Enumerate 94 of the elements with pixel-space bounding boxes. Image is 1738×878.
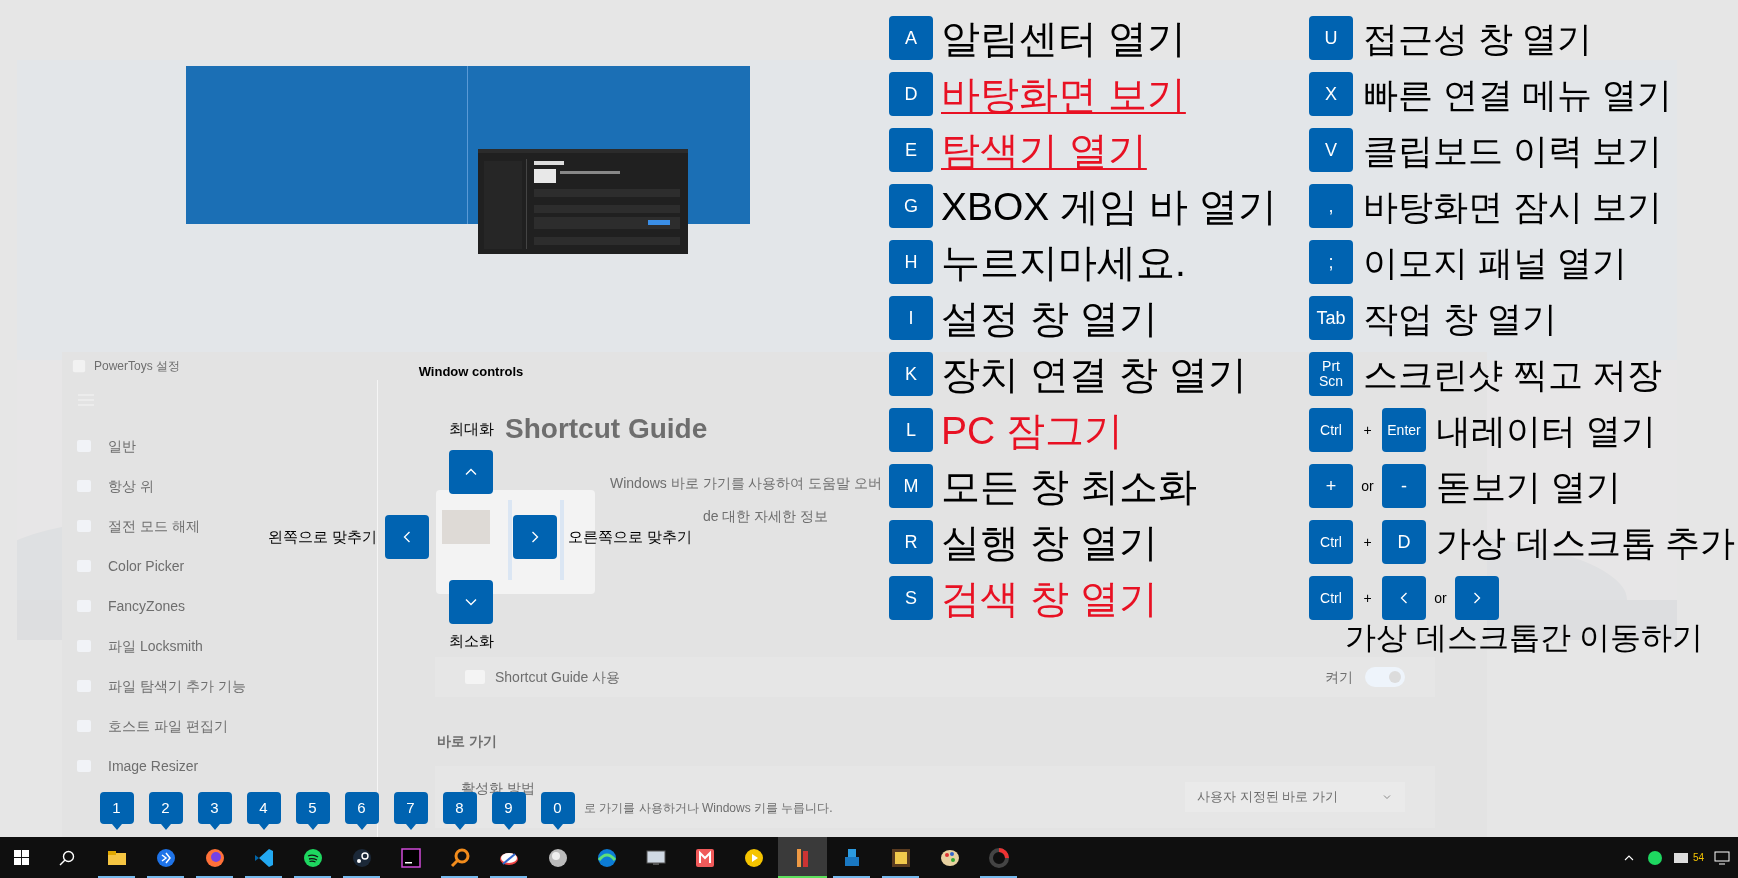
snap-left-label: 왼쪽으로 맞추기 — [266, 526, 378, 547]
shortcut-label: 바탕화면 보기 — [941, 74, 1186, 114]
key-joiner: + — [1362, 588, 1373, 608]
toggle-label: 켜기 — [1325, 667, 1353, 687]
key-cap: Prt Scn — [1309, 352, 1353, 396]
window-title: PowerToys 설정 — [94, 358, 181, 375]
ide-icon — [398, 845, 423, 870]
nav-item[interactable]: 파일 탐색기 추가 기능 — [76, 666, 246, 706]
shortcut-label: 내레이터 열기 — [1436, 412, 1656, 448]
number-badge: 0 — [540, 792, 575, 830]
shortcut-label: XBOX 게임 바 열기 — [941, 186, 1277, 226]
key-cap: G — [889, 184, 933, 228]
shortcut-label: 가상 데스크톱 추가 — [1436, 524, 1736, 560]
key-joiner: + — [1362, 532, 1373, 552]
windows-logo-icon — [13, 850, 29, 865]
key-cap: M — [889, 464, 933, 508]
shortcut-label: 이모지 패널 열기 — [1363, 244, 1628, 280]
number-badge: 6 — [344, 792, 379, 830]
key-cap: H — [889, 240, 933, 284]
key-joiner: or — [1360, 476, 1375, 496]
snap-right-label: 오른쪽으로 맞추기 — [567, 526, 694, 547]
shortcut-label: 스크린샷 찍고 저장 — [1363, 356, 1663, 392]
key-cap: - — [1382, 464, 1426, 508]
shortcut-label: 탐색기 열기 — [941, 130, 1147, 170]
page-title: Shortcut Guide — [505, 415, 708, 443]
description: Windows 바로 가기를 사용하여 도움말 오버 — [610, 474, 883, 493]
key-cap: X — [1309, 72, 1353, 116]
key-cap: I — [889, 296, 933, 340]
shortcut-label: 접근성 창 열기 — [1363, 20, 1593, 56]
key-cap: + — [1309, 464, 1353, 508]
key-joiner: or — [1433, 588, 1448, 608]
key-cap: K — [889, 352, 933, 396]
key-cap: S — [889, 576, 933, 620]
nav-item[interactable]: 일반 — [76, 426, 136, 466]
nav-item[interactable]: 호스트 파일 편집기 — [76, 706, 228, 746]
number-badge: 9 — [491, 792, 526, 830]
key-cap: Ctrl — [1309, 520, 1353, 564]
shortcut-label: 클립보드 이력 보기 — [1363, 132, 1663, 168]
search-icon — [59, 849, 75, 866]
key-cap: V — [1309, 128, 1353, 172]
key-cap: D — [889, 72, 933, 116]
number-badge: 3 — [197, 792, 232, 830]
nav-item[interactable]: Image Resizer — [76, 746, 199, 786]
taskbar-app[interactable] — [778, 837, 827, 878]
key-cap: L — [889, 408, 933, 452]
setting-description: 로 가기를 사용하거나 Windows 키를 누릅니다. — [584, 799, 833, 817]
shortcut-label: 알림센터 열기 — [941, 18, 1186, 58]
monitor-icon — [1714, 849, 1730, 866]
maximize-label: 최대화 — [448, 419, 494, 438]
shortcut-label: 누르지마세요. — [941, 242, 1186, 282]
key-cap: E — [889, 128, 933, 172]
ring-icon — [986, 845, 1011, 870]
setting-label: Shortcut Guide 사용 — [495, 667, 622, 687]
key-cap: Tab — [1309, 296, 1353, 340]
wave-circle-icon — [1646, 849, 1663, 866]
key-cap: A — [889, 16, 933, 60]
shortcut-label: 설정 창 열기 — [941, 298, 1158, 338]
key-cap: R — [889, 520, 933, 564]
dropdown[interactable]: 사용자 지정된 바로 가기 — [1185, 782, 1405, 812]
number-badge: 5 — [295, 792, 330, 830]
shortcut-label: 검색 창 열기 — [941, 578, 1158, 618]
number-badge: 4 — [246, 792, 281, 830]
shortcut-label: 바탕화면 잠시 보기 — [1363, 188, 1663, 224]
key-joiner: + — [1362, 420, 1373, 440]
nav-item[interactable]: Color Picker — [76, 546, 185, 586]
key-cap: Enter — [1382, 408, 1426, 452]
number-badge: 2 — [148, 792, 183, 830]
shortcut-label: 빠른 연결 메뉴 열기 — [1363, 76, 1673, 112]
number-badge: 1 — [99, 792, 134, 830]
minimize-label: 최소화 — [448, 631, 494, 650]
shortcut-label: 장치 연결 창 열기 — [941, 354, 1247, 394]
tray-text: 54 — [1692, 851, 1704, 865]
key-cap: Ctrl — [1309, 576, 1353, 620]
key-cap: ; — [1309, 240, 1353, 284]
shortcut-label: 돋보기 열기 — [1436, 468, 1621, 504]
key-cap: , — [1309, 184, 1353, 228]
panel-title: Window controls — [418, 363, 524, 381]
number-badge: 7 — [393, 792, 428, 830]
section-title: 바로 가기 — [437, 732, 497, 751]
shortcut-label: 가상 데스크톱간 이동하기 — [1345, 622, 1705, 653]
number-badge: 8 — [442, 792, 477, 830]
key-cap: U — [1309, 16, 1353, 60]
nav-item[interactable]: FancyZones — [76, 586, 186, 626]
nav-item[interactable]: 항상 위 — [76, 466, 154, 506]
info-link[interactable]: de 대한 자세한 정보 — [703, 506, 829, 527]
nav-item[interactable]: 파일 Locksmith — [76, 626, 203, 666]
key-cap: Ctrl — [1309, 408, 1353, 452]
shortcut-label: PC 잠그기 — [941, 410, 1123, 450]
shortcut-label: 실행 창 열기 — [941, 522, 1158, 562]
nav-item[interactable]: 절전 모드 해제 — [76, 506, 200, 546]
shortcut-label: 모든 창 최소화 — [941, 466, 1197, 506]
key-cap: D — [1382, 520, 1426, 564]
toggle-switch[interactable] — [1365, 667, 1405, 687]
shortcut-label: 작업 창 열기 — [1363, 300, 1558, 336]
